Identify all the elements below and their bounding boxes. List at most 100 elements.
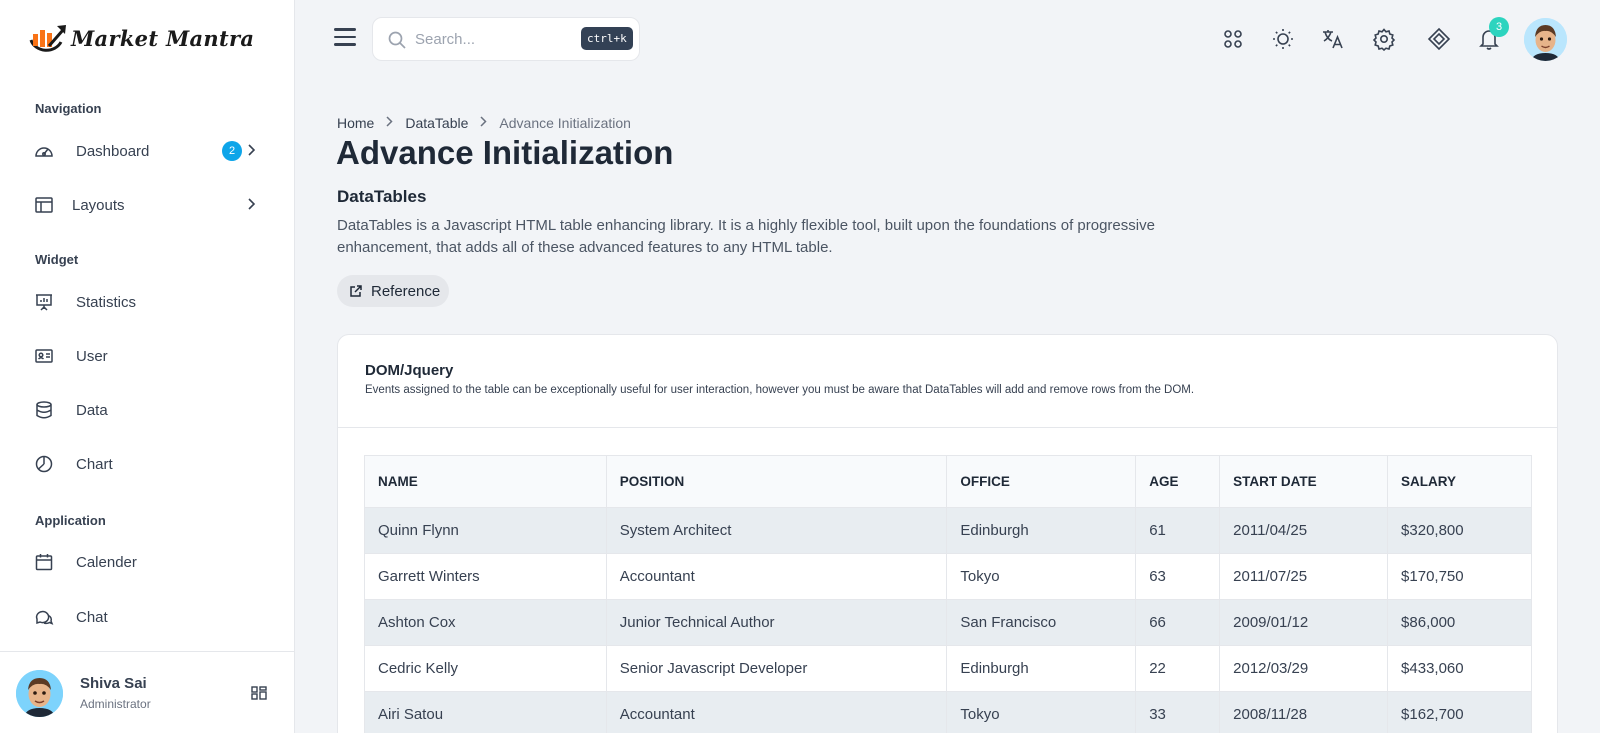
user-menu-icon[interactable] (250, 684, 268, 702)
cell-salary: $433,060 (1387, 645, 1532, 692)
gauge-icon (34, 141, 54, 161)
column-header-name[interactable]: NAME (364, 455, 607, 508)
cell-age: 33 (1135, 691, 1221, 733)
cell-start-date: 2008/11/28 (1219, 691, 1389, 733)
apps-icon[interactable] (1220, 26, 1246, 52)
sidebar-item-label: Dashboard (76, 142, 150, 160)
cell-start-date: 2011/04/25 (1219, 507, 1389, 554)
search-shortcut: ctrl+k (581, 27, 633, 50)
calendar-icon (34, 552, 54, 572)
cell-position: Junior Technical Author (605, 599, 948, 646)
cell-salary: $86,000 (1387, 599, 1532, 646)
page-title: Advance Initialization (336, 134, 674, 171)
sidebar-item-chart[interactable]: Chart (20, 444, 275, 484)
sidebar-item-label: User (76, 347, 108, 365)
reference-label: Reference (371, 282, 441, 300)
cell-name: Ashton Cox (364, 599, 607, 646)
user-name: Shiva Sai (80, 675, 147, 692)
sidebar: Market Mantra Navigation Dashboard 2 Lay… (0, 0, 295, 733)
table-row[interactable]: Ashton Cox Junior Technical Author San F… (364, 599, 1532, 646)
cell-salary: $170,750 (1387, 553, 1532, 600)
breadcrumb-current: Advance Initialization (499, 115, 631, 131)
cell-office: Edinburgh (946, 645, 1137, 692)
sidebar-item-label: Layouts (72, 196, 125, 214)
sidebar-item-calender[interactable]: Calender (20, 542, 275, 582)
cell-office: Tokyo (946, 553, 1137, 600)
translate-icon[interactable] (1320, 26, 1346, 52)
cell-office: Edinburgh (946, 507, 1137, 554)
reference-button[interactable]: Reference (337, 275, 449, 307)
cell-age: 63 (1135, 553, 1221, 600)
dashboard-badge: 2 (222, 141, 242, 161)
cell-start-date: 2009/01/12 (1219, 599, 1389, 646)
id-card-icon (34, 346, 54, 366)
sidebar-item-user[interactable]: User (20, 336, 275, 376)
section-label-application: Application (35, 513, 106, 528)
user-role: Administrator (80, 697, 151, 711)
chevron-right-icon (386, 116, 393, 130)
table-row[interactable]: Quinn Flynn System Architect Edinburgh 6… (364, 507, 1532, 554)
diamond-icon[interactable] (1426, 26, 1452, 52)
cell-age: 66 (1135, 599, 1221, 646)
card-subtitle: Events assigned to the table can be exce… (365, 384, 1195, 396)
datatable-card: DOM/Jquery Events assigned to the table … (337, 334, 1558, 733)
cell-name: Airi Satou (364, 691, 607, 733)
cell-salary: $162,700 (1387, 691, 1532, 733)
column-header-position[interactable]: POSITION (605, 455, 948, 508)
column-header-salary[interactable]: SALARY (1387, 455, 1532, 508)
card-title: DOM/Jquery (365, 362, 454, 379)
cell-position: Accountant (605, 691, 948, 733)
table-header-row: NAME POSITION OFFICE AGE START DATE SALA… (364, 455, 1532, 508)
breadcrumb-datatable[interactable]: DataTable (405, 115, 468, 131)
table-row[interactable]: Airi Satou Accountant Tokyo 33 2008/11/2… (364, 691, 1532, 733)
cell-position: Accountant (605, 553, 948, 600)
chevron-right-icon (480, 116, 487, 130)
chat-icon (34, 607, 54, 627)
page-description: DataTables is a Javascript HTML table en… (337, 217, 1155, 256)
search-input[interactable] (415, 30, 565, 48)
section-title: DataTables (337, 187, 427, 206)
presentation-icon (34, 292, 54, 312)
sidebar-user-panel: Shiva Sai Administrator (0, 651, 295, 733)
app-name: Market Mantra (71, 25, 255, 51)
cell-office: Tokyo (946, 691, 1137, 733)
sun-icon[interactable] (1270, 26, 1296, 52)
column-header-start-date[interactable]: START DATE (1219, 455, 1389, 508)
cell-age: 61 (1135, 507, 1221, 554)
divider (338, 427, 1557, 428)
external-link-icon (349, 284, 363, 298)
breadcrumb-home[interactable]: Home (337, 115, 374, 131)
cell-name: Garrett Winters (364, 553, 607, 600)
search-icon (387, 30, 407, 55)
app-logo[interactable]: Market Mantra (27, 20, 254, 56)
cell-start-date: 2012/03/29 (1219, 645, 1389, 692)
avatar[interactable] (16, 670, 63, 717)
chevron-right-icon (248, 143, 256, 159)
sidebar-item-label: Calender (76, 553, 137, 571)
breadcrumb: Home DataTable Advance Initialization (337, 115, 631, 131)
menu-toggle-button[interactable] (334, 28, 356, 48)
notification-count-badge: 3 (1489, 17, 1509, 37)
cell-salary: $320,800 (1387, 507, 1532, 554)
sidebar-item-dashboard[interactable]: Dashboard 2 (20, 131, 275, 171)
section-label-widget: Widget (35, 252, 79, 267)
column-header-office[interactable]: OFFICE (946, 455, 1137, 508)
section-label-navigation: Navigation (35, 101, 102, 116)
column-header-age[interactable]: AGE (1135, 455, 1221, 508)
sidebar-item-layouts[interactable]: Layouts (20, 185, 275, 225)
sidebar-item-statistics[interactable]: Statistics (20, 282, 275, 322)
sidebar-item-chat[interactable]: Chat (20, 597, 275, 637)
data-table: NAME POSITION OFFICE AGE START DATE SALA… (364, 455, 1532, 733)
cell-name: Quinn Flynn (364, 507, 607, 554)
cell-age: 22 (1135, 645, 1221, 692)
table-row[interactable]: Cedric Kelly Senior Javascript Developer… (364, 645, 1532, 692)
search-bar[interactable]: ctrl+k (372, 17, 640, 61)
chevron-right-icon (248, 197, 256, 213)
avatar[interactable] (1524, 18, 1567, 61)
layout-icon (34, 195, 54, 215)
cell-position: Senior Javascript Developer (605, 645, 948, 692)
sidebar-item-label: Statistics (76, 293, 137, 311)
table-row[interactable]: Garrett Winters Accountant Tokyo 63 2011… (364, 553, 1532, 600)
settings-icon[interactable] (1371, 26, 1397, 52)
sidebar-item-data[interactable]: Data (20, 390, 275, 430)
